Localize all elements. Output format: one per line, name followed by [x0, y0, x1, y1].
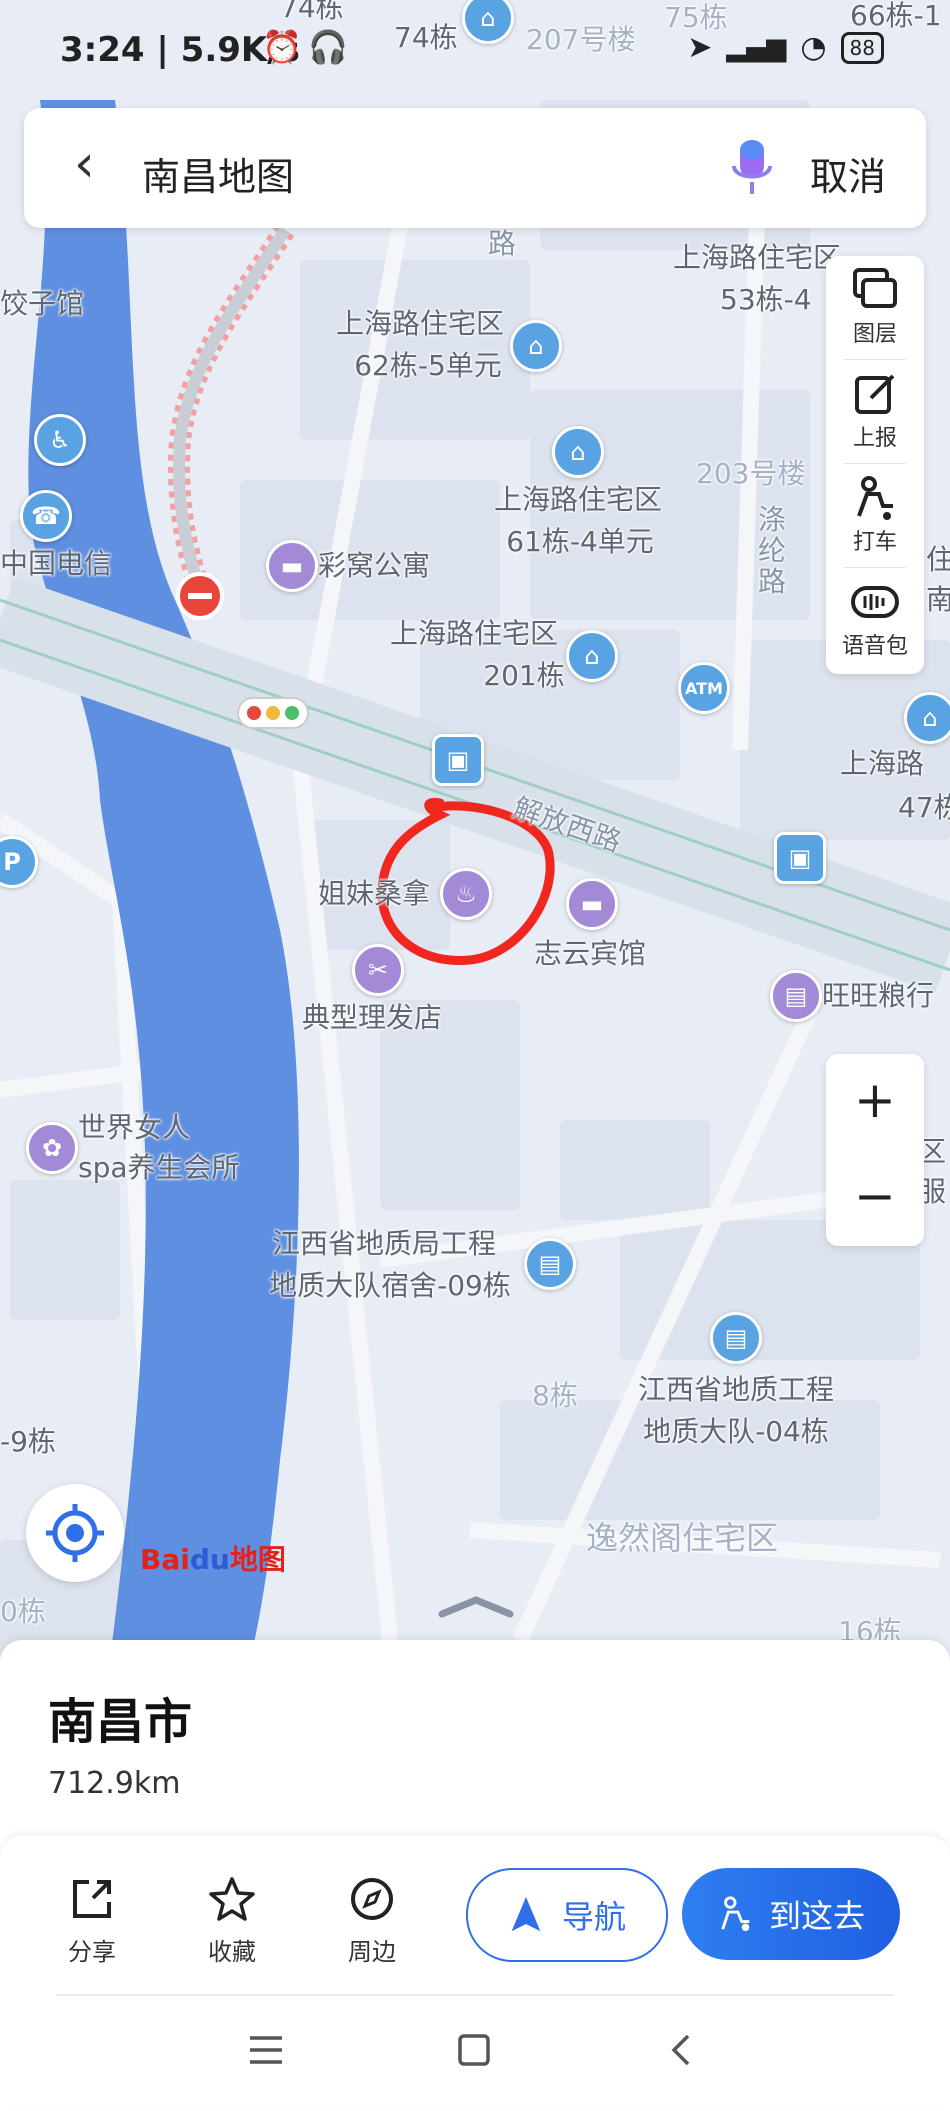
microphone-icon[interactable]: [730, 138, 774, 198]
back-nav-icon[interactable]: [662, 2030, 702, 2070]
map-label: 旺旺粮行: [822, 979, 935, 1012]
zoom-in-button[interactable]: +: [826, 1054, 924, 1150]
map-label: 上海路住宅区: [493, 483, 663, 516]
massage-icon[interactable]: ♨: [440, 868, 492, 920]
share-icon: [73, 1880, 111, 1918]
baidu-map-logo: Baidu地图: [140, 1543, 286, 1576]
map-label: 住: [926, 543, 950, 576]
map-label: 彩窝公寓: [318, 549, 431, 582]
road-label-vertical: 涤纶路: [758, 503, 787, 598]
map-label: 53栋-4: [720, 283, 812, 316]
zoom-out-button[interactable]: −: [826, 1150, 924, 1246]
map-label: 47栋: [898, 791, 950, 824]
map-label: 201栋: [483, 659, 565, 692]
home-icon[interactable]: [454, 2030, 494, 2070]
edit-icon: [855, 374, 895, 414]
map-label: 世界女人: [78, 1111, 191, 1144]
location-arrow-icon: ➤: [687, 30, 713, 65]
map-label: 上海路住宅区: [335, 307, 505, 340]
map-label: 地质大队宿舍-09栋: [269, 1269, 511, 1302]
telecom-icon[interactable]: ☎: [20, 490, 72, 542]
traffic-light-icon: [237, 697, 309, 729]
voice-pack-button[interactable]: 语音包: [826, 568, 924, 672]
layers-label: 图层: [852, 322, 897, 347]
map-label: 上海路住宅区: [389, 617, 559, 650]
share-button[interactable]: 分享: [42, 1874, 142, 1967]
go-here-button[interactable]: 到这去: [682, 1868, 900, 1960]
shop-icon[interactable]: ▤: [770, 970, 822, 1022]
battery-icon: 88: [840, 31, 884, 64]
favorite-button[interactable]: 收藏: [182, 1874, 282, 1967]
no-entry-icon: [176, 572, 224, 620]
star-icon: [209, 1877, 255, 1921]
back-icon[interactable]: ‹: [74, 134, 95, 194]
wifi-icon: ◔: [800, 30, 827, 65]
building-icon[interactable]: ▤: [524, 1238, 576, 1290]
map-label: 江西省地质局工程: [271, 1227, 497, 1260]
navigation-arrow-icon: [511, 1897, 541, 1932]
map-label: 路: [488, 227, 517, 260]
map-label: 上海路住宅区: [672, 241, 842, 274]
map-label: -9栋: [0, 1425, 56, 1458]
search-bar[interactable]: ‹ 南昌地图 取消: [24, 108, 926, 228]
taxi-icon: [857, 476, 893, 520]
toilet-icon[interactable]: ♿: [34, 414, 86, 466]
map-label-sauna: 姐妹桑拿: [318, 877, 431, 910]
map-label: 志云宾馆: [534, 937, 647, 970]
voice-pack-label: 语音包: [841, 634, 908, 659]
hotel-icon[interactable]: ▬: [266, 540, 318, 592]
layers-button[interactable]: 图层: [826, 256, 924, 360]
map-label: 203号楼: [696, 457, 806, 490]
zoom-control: + −: [826, 1054, 924, 1246]
map-label: spa养生会所: [78, 1151, 240, 1184]
system-nav-bar: [0, 1994, 950, 2111]
crosshair-icon: [46, 1504, 104, 1562]
map-label: 61栋-4单元: [506, 525, 654, 558]
map-label: 8栋: [532, 1379, 578, 1412]
report-button[interactable]: 上报: [826, 360, 924, 464]
map-label: 上海路: [840, 747, 925, 780]
map-label: 中国电信: [0, 547, 113, 580]
headphones-icon: 🎧: [308, 28, 348, 66]
map-label: 0栋: [0, 1595, 46, 1628]
spa-icon[interactable]: ✿: [26, 1122, 78, 1174]
building-icon[interactable]: ⌂: [552, 426, 604, 478]
hotel-icon[interactable]: ▬: [566, 878, 618, 930]
map-label: 地质大队-04栋: [643, 1415, 829, 1448]
layers-icon: [853, 268, 897, 308]
voice-pack-icon: [851, 586, 899, 618]
building-icon[interactable]: ▤: [710, 1312, 762, 1364]
compass-icon: [351, 1878, 393, 1920]
map-label: 江西省地质工程: [637, 1373, 835, 1406]
report-label: 上报: [852, 426, 897, 451]
cancel-button[interactable]: 取消: [810, 146, 886, 201]
navigate-button[interactable]: 导航: [466, 1868, 668, 1962]
taxi-label: 打车: [852, 530, 897, 555]
atm-icon[interactable]: ATM: [678, 662, 730, 714]
alarm-icon: ⏰: [262, 28, 302, 66]
signal-icon: ▂▄▆: [726, 32, 787, 63]
nearby-button[interactable]: 周边: [322, 1874, 422, 1967]
building-icon[interactable]: ⌂: [566, 630, 618, 682]
map-label: 饺子馆: [0, 287, 85, 320]
map-toolbar: 图层 上报 打车 语音包: [826, 256, 924, 674]
building-icon[interactable]: ⌂: [510, 320, 562, 372]
map-label: 典型理发店: [302, 1001, 443, 1034]
chevron-up-icon[interactable]: [436, 1594, 516, 1618]
bus-stop-icon[interactable]: ▣: [432, 734, 484, 786]
locate-button[interactable]: [26, 1484, 124, 1582]
menu-icon[interactable]: [246, 2030, 286, 2070]
search-query[interactable]: 南昌地图: [142, 146, 294, 201]
bus-stop-icon[interactable]: ▣: [774, 832, 826, 884]
barber-icon[interactable]: ✂: [352, 944, 404, 996]
taxi-button[interactable]: 打车: [826, 464, 924, 568]
taxi-icon: [721, 1896, 750, 1932]
building-icon[interactable]: ⌂: [904, 692, 950, 744]
place-name: 南昌市: [48, 1694, 193, 1750]
map-label: 逸然阁住宅区: [586, 1519, 779, 1557]
map-label: 南: [926, 583, 950, 616]
place-distance: 712.9km: [48, 1766, 181, 1801]
map-label: 62栋-5单元: [354, 349, 502, 382]
status-bar: 3:24 | 5.9K/s ⏰ 🎧 ➤ ▂▄▆ ◔ 88: [0, 0, 950, 100]
